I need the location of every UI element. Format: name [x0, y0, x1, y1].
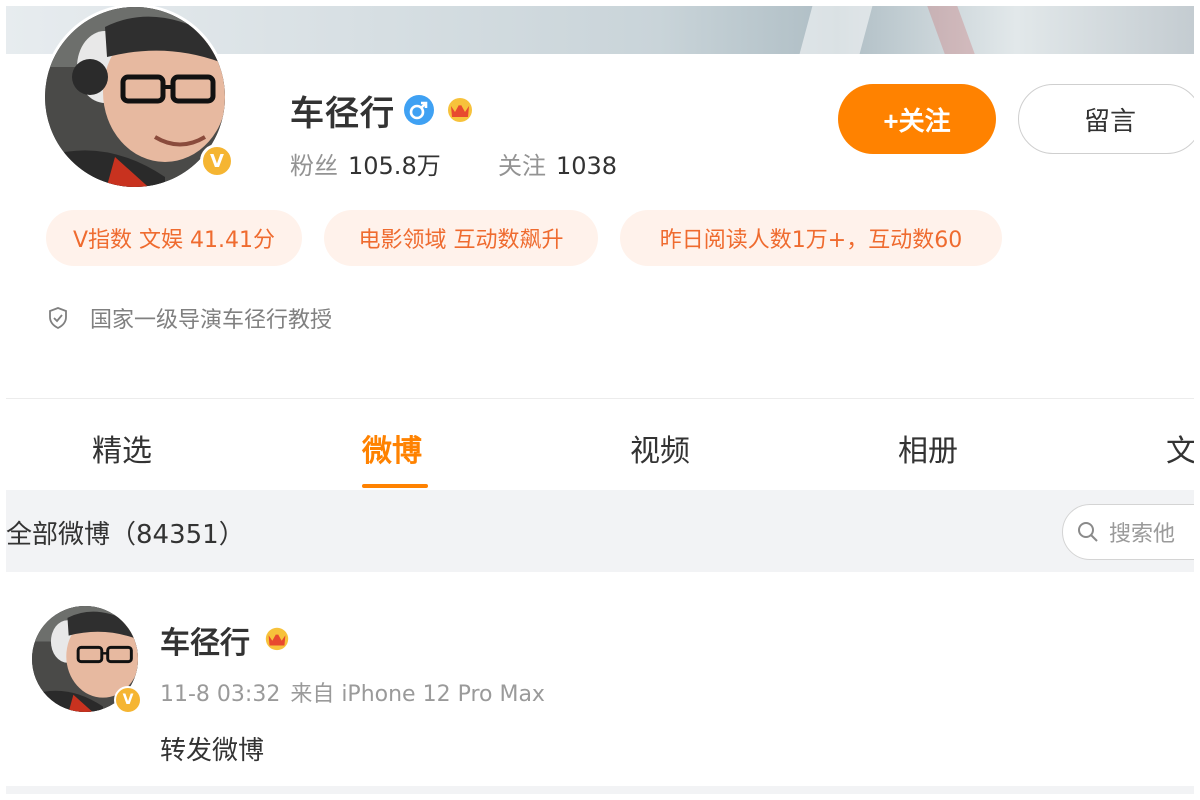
fans-count[interactable]: 105.8万 [348, 152, 441, 180]
tab-album[interactable]: 相册 [898, 426, 958, 470]
verification-text: 国家一级导演车径行教授 [90, 308, 333, 333]
post-source: 来自 iPhone 12 Pro Max [290, 682, 545, 707]
profile-avatar[interactable]: V [42, 6, 248, 190]
following-label: 关注 [498, 152, 546, 180]
divider [6, 398, 1194, 399]
tab-weibo[interactable]: 微博 [362, 426, 422, 470]
tab-featured[interactable]: 精选 [92, 426, 152, 470]
post-content: 转发微博 [160, 736, 265, 766]
search-icon [1078, 522, 1098, 542]
tab-article[interactable]: 文 [1166, 426, 1194, 470]
profile-stats: 粉丝 105.8万 关注 1038 [290, 146, 617, 181]
post-separator [6, 786, 1194, 794]
shield-icon [49, 307, 67, 329]
tag-daily-reads[interactable]: 昨日阅读人数1万+，互动数60 [620, 210, 1002, 266]
tag-v-index[interactable]: V指数 文娱 41.41分 [46, 210, 302, 266]
verification-info: 国家一级导演车径行教授 [48, 302, 332, 334]
post-verified-v-icon: V [114, 686, 142, 714]
tab-video[interactable]: 视频 [630, 426, 690, 470]
search-placeholder: 搜索他 [1109, 522, 1176, 547]
crown-icon[interactable] [444, 94, 476, 124]
active-tab-indicator [362, 484, 428, 488]
fans-label: 粉丝 [290, 152, 338, 180]
post-author[interactable]: 车径行 [160, 618, 250, 662]
all-weibo-filter[interactable]: 全部微博（84351） [6, 514, 245, 551]
male-icon [404, 95, 434, 125]
post-crown-icon[interactable] [262, 624, 292, 652]
following-count[interactable]: 1038 [556, 152, 617, 180]
follow-button[interactable]: +关注 [838, 84, 996, 154]
profile-name: 车径行 [290, 94, 395, 134]
post-avatar[interactable]: V [30, 604, 144, 714]
profile-page: V 车径行 粉丝 105.8万 关注 1038 +关注 留言 V指数 文娱 41.4… [6, 6, 1194, 794]
post-meta: 11-8 03:32 来自 iPhone 12 Pro Max [160, 676, 545, 708]
post-time[interactable]: 11-8 03:32 [160, 682, 280, 707]
search-input[interactable]: 搜索他 [1062, 504, 1194, 560]
message-button[interactable]: 留言 [1018, 84, 1194, 154]
tag-film-domain[interactable]: 电影领域 互动数飙升 [324, 210, 598, 266]
verified-v-icon: V [200, 144, 234, 178]
